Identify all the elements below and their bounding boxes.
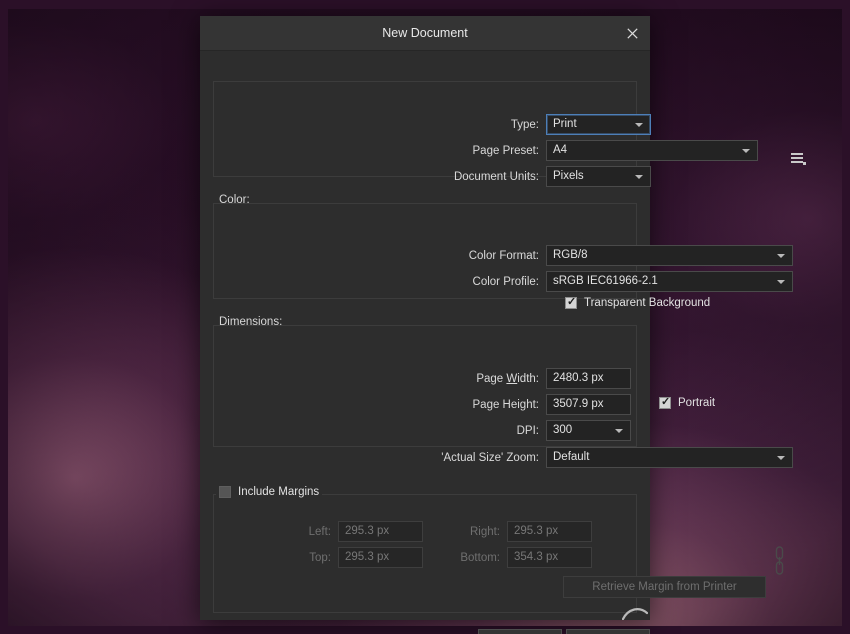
list-menu-dot [803,162,806,165]
ok-button[interactable]: OK [478,629,562,634]
list-menu-icon[interactable] [787,148,807,168]
check-icon: ✓ [567,296,576,308]
type-select[interactable]: Print [546,114,651,135]
page-preset-select-value: A4 [553,144,567,156]
page-height-row: Page Height: 3507.9 px [223,394,631,415]
page-height-label: Page Height: [223,399,546,411]
page-width-label: Page Width: [223,373,546,385]
chevron-down-icon [777,456,785,460]
actual-size-zoom-value: Default [553,451,589,463]
document-units-select[interactable]: Pixels [546,166,651,187]
margin-bottom-input[interactable]: 354.3 px [507,547,592,568]
chain-link-icon[interactable] [775,545,784,577]
document-units-row: Document Units: Pixels [223,166,651,187]
transparent-background-checkbox[interactable]: ✓ Transparent Background [565,297,710,309]
portrait-label: Portrait [678,397,715,409]
checkbox-box [219,486,231,498]
margin-right-input[interactable]: 295.3 px [507,521,592,542]
type-label: Type: [223,119,546,131]
include-margins-label: Include Margins [238,486,319,498]
page-preset-label: Page Preset: [223,145,546,157]
cancel-button[interactable]: Cancel [566,629,650,634]
dpi-row: DPI: 300 [223,420,631,441]
desktop-background: New Document Type: Print Pag [0,0,850,634]
resize-grip-icon[interactable] [622,604,648,620]
page-height-input[interactable]: 3507.9 px [546,394,631,415]
page-width-row: Page Width: 2480.3 px [223,368,631,389]
type-select-value: Print [553,118,577,130]
dpi-label: DPI: [223,425,546,437]
margin-top-input[interactable]: 295.3 px [338,547,423,568]
page-preset-row: Page Preset: A4 [223,140,758,161]
chevron-down-icon [742,149,750,153]
dialog-titlebar[interactable]: New Document [200,16,650,51]
checkbox-box: ✓ [565,297,577,309]
document-units-label: Document Units: [223,171,546,183]
dpi-select[interactable]: 300 [546,420,631,441]
chevron-down-icon [635,175,643,179]
margin-bottom-label: Bottom: [435,552,507,564]
checkbox-box: ✓ [659,397,671,409]
margin-top-row: Top: 295.3 px Bottom: 354.3 px [223,547,592,568]
close-icon[interactable] [620,21,644,45]
portrait-checkbox[interactable]: ✓ Portrait [659,397,715,409]
color-format-select[interactable]: RGB/8 [546,245,793,266]
dialog-title: New Document [200,16,650,50]
retrieve-margin-button[interactable]: Retrieve Margin from Printer [563,576,766,598]
include-margins-checkbox[interactable]: Include Margins [216,486,322,498]
actual-size-zoom-label: 'Actual Size' Zoom: [223,452,546,464]
chevron-down-icon [777,280,785,284]
margin-left-label: Left: [223,526,338,538]
color-format-label: Color Format: [223,250,546,262]
dialog-body: Type: Print Page Preset: A4 Do [200,51,650,621]
color-profile-select-value: sRGB IEC61966-2.1 [553,275,658,287]
color-profile-label: Color Profile: [223,276,546,288]
margin-top-label: Top: [223,552,338,564]
actual-size-zoom-row: 'Actual Size' Zoom: Default [223,447,793,468]
chevron-down-icon [777,254,785,258]
type-row: Type: Print [223,114,651,135]
margin-left-row: Left: 295.3 px Right: 295.3 px [223,521,592,542]
chevron-down-icon [635,123,643,127]
color-format-row: Color Format: RGB/8 [223,245,793,266]
list-menu-bars [791,153,803,163]
transparent-background-label: Transparent Background [584,297,710,309]
new-document-dialog: New Document Type: Print Pag [200,16,650,620]
check-icon: ✓ [661,396,670,408]
margin-left-input[interactable]: 295.3 px [338,521,423,542]
page-preset-select[interactable]: A4 [546,140,758,161]
color-format-select-value: RGB/8 [553,249,588,261]
document-units-select-value: Pixels [553,170,584,182]
margin-right-label: Right: [435,526,507,538]
chevron-down-icon [615,429,623,433]
color-profile-select[interactable]: sRGB IEC61966-2.1 [546,271,793,292]
page-width-input[interactable]: 2480.3 px [546,368,631,389]
actual-size-zoom-select[interactable]: Default [546,447,793,468]
color-profile-row: Color Profile: sRGB IEC61966-2.1 [223,271,793,292]
dpi-select-value: 300 [553,424,572,436]
